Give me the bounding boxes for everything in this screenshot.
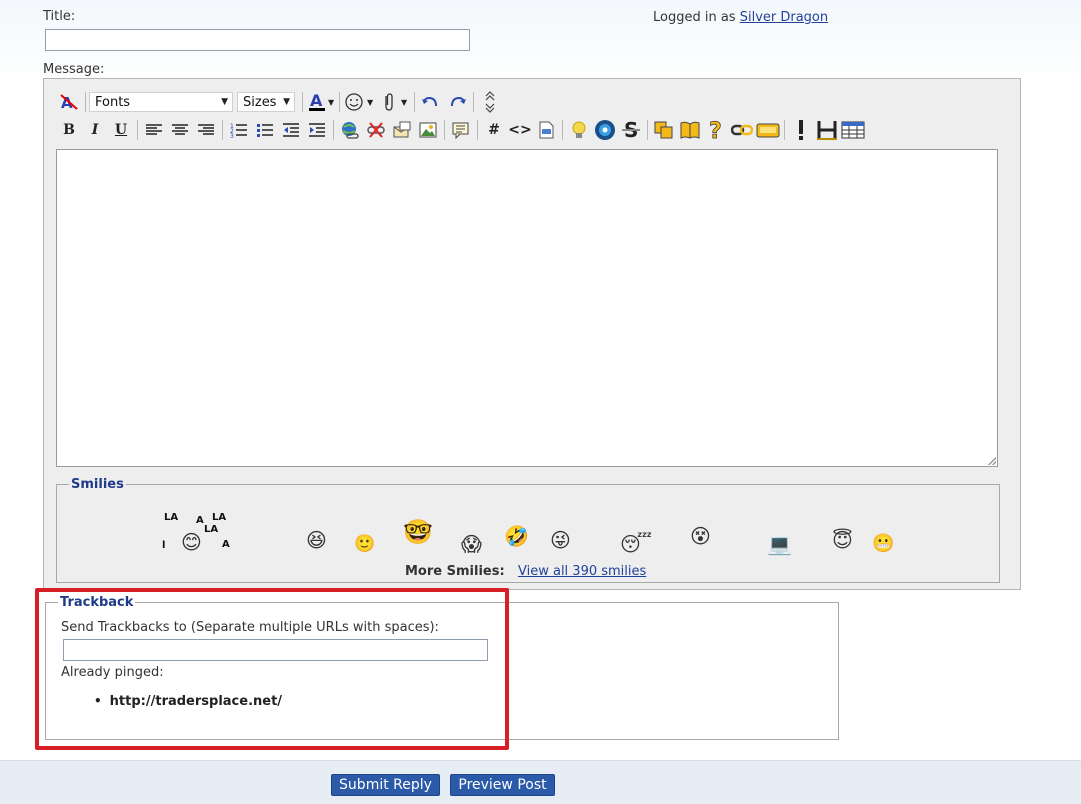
smile-icon[interactable]: 🙂	[354, 534, 375, 554]
chef-smiley-icon[interactable]: 😇	[832, 530, 853, 550]
fonts-select[interactable]: Fonts ▼	[89, 92, 233, 112]
toolbar-separator	[647, 120, 648, 140]
toolbar-separator	[444, 120, 445, 140]
resize-editor-icon[interactable]	[477, 90, 503, 114]
logged-in-label: Logged in as	[653, 10, 736, 25]
help-icon[interactable]: ?	[703, 118, 729, 142]
toolbar-row-2: B I U 123 # <> S ?	[56, 117, 866, 143]
chevron-down-icon: ▼	[283, 97, 290, 107]
title-label: Title:	[43, 9, 76, 24]
smilies-panel: Smilies LA LA LA A A l 😊 😆 🙂 🤓 😱 🤣 😜 😴 😵…	[56, 477, 1000, 583]
indent-icon[interactable]	[304, 118, 330, 142]
toolbar-separator	[784, 120, 785, 140]
computer-smiley-icon[interactable]: 💻	[767, 534, 792, 554]
title-input[interactable]	[45, 29, 470, 51]
chevron-down-icon: ▼	[221, 97, 228, 107]
preview-post-button[interactable]: Preview Post	[450, 774, 555, 796]
toolbar-separator	[333, 120, 334, 140]
svg-text:3: 3	[230, 133, 234, 138]
svg-text:▼: ▼	[401, 98, 408, 107]
remove-link-icon[interactable]	[363, 118, 389, 142]
toolbar-separator	[137, 120, 138, 140]
horizontal-rule-icon[interactable]	[814, 118, 840, 142]
fonts-select-label: Fonts	[95, 94, 131, 110]
lala-text: A	[222, 539, 230, 550]
insert-email-icon[interactable]	[389, 118, 415, 142]
toolbar-separator	[222, 120, 223, 140]
dizzy-smiley-icon[interactable]: 😵	[690, 526, 711, 546]
form-footer: Submit Reply Preview Post	[0, 760, 1081, 804]
align-left-icon[interactable]	[141, 118, 167, 142]
html-icon[interactable]	[533, 118, 559, 142]
outdent-icon[interactable]	[278, 118, 304, 142]
wink-smiley-icon[interactable]: 😜	[550, 530, 571, 550]
redo-icon[interactable]	[444, 90, 470, 114]
exclamation-icon[interactable]	[788, 118, 814, 142]
smilies-legend: Smilies	[71, 477, 124, 492]
remove-format-icon[interactable]: A	[56, 90, 82, 114]
svg-text:?: ?	[709, 119, 722, 141]
code-button[interactable]: <>	[507, 118, 533, 142]
toolbar-separator	[339, 92, 340, 112]
insert-link-icon[interactable]	[337, 118, 363, 142]
happy-smiley-icon[interactable]: 😆	[306, 530, 327, 550]
media-icon[interactable]	[592, 118, 618, 142]
username-link[interactable]: Silver Dragon	[740, 10, 828, 25]
hash-button[interactable]: #	[481, 118, 507, 142]
sizes-select-label: Sizes	[243, 94, 277, 110]
strike-icon[interactable]: S	[618, 118, 644, 142]
table-icon[interactable]	[840, 118, 866, 142]
more-smilies-label: More Smilies:	[405, 564, 505, 579]
toolbar-separator	[562, 120, 563, 140]
grin-smiley-icon[interactable]: 😬	[872, 534, 894, 554]
lala-text: LA	[212, 512, 227, 523]
label-tag-icon[interactable]	[755, 118, 781, 142]
align-right-icon[interactable]	[193, 118, 219, 142]
red-highlight-box	[35, 588, 509, 750]
scared-smiley-icon[interactable]: 😱	[461, 534, 482, 554]
lala-smiley-icon[interactable]: 😊	[181, 532, 202, 552]
align-center-icon[interactable]	[167, 118, 193, 142]
unordered-list-icon[interactable]	[252, 118, 278, 142]
message-label: Message:	[43, 62, 105, 77]
insert-image-icon[interactable]	[415, 118, 441, 142]
lala-text: LA	[164, 512, 179, 523]
insert-smiley-icon[interactable]: ▼	[343, 90, 377, 114]
spoiler-icon[interactable]	[651, 118, 677, 142]
lightbulb-icon[interactable]	[566, 118, 592, 142]
lala-text: A	[196, 515, 204, 526]
attachment-icon[interactable]: ▼	[377, 90, 411, 114]
lala-text: LA	[204, 524, 219, 535]
toolbar-separator	[85, 92, 86, 112]
toolbar-separator	[473, 92, 474, 112]
view-all-smilies-link[interactable]: View all 390 smilies	[518, 564, 646, 579]
undo-icon[interactable]	[418, 90, 444, 114]
sleeping-smiley-icon[interactable]: 😴	[620, 534, 652, 554]
svg-text:▼: ▼	[367, 98, 374, 107]
lala-text: l	[162, 540, 166, 551]
sizes-select[interactable]: Sizes ▼	[237, 92, 295, 112]
svg-text:▼: ▼	[328, 98, 335, 107]
underline-button[interactable]: U	[108, 118, 134, 142]
toolbar-separator	[302, 92, 303, 112]
bold-button[interactable]: B	[56, 118, 82, 142]
laughing-smiley-icon[interactable]: 🤣	[504, 526, 529, 546]
chain-link-icon[interactable]	[729, 118, 755, 142]
toolbar-separator	[414, 92, 415, 112]
message-textarea[interactable]	[56, 149, 998, 467]
resize-grip-icon[interactable]	[988, 457, 996, 465]
text-color-icon[interactable]: A ▼	[306, 90, 336, 114]
ordered-list-icon[interactable]: 123	[226, 118, 252, 142]
submit-reply-button[interactable]: Submit Reply	[331, 774, 440, 796]
toolbar-separator	[477, 120, 478, 140]
message-editor: A Fonts ▼ Sizes ▼ A ▼ ▼ ▼ B I U 1 2 3 # …	[43, 78, 1021, 590]
svg-text:A: A	[310, 91, 323, 110]
nerd-smiley-icon[interactable]: 🤓	[403, 520, 433, 544]
italic-button[interactable]: I	[82, 118, 108, 142]
login-status: Logged in as Silver Dragon	[653, 10, 828, 25]
quote-icon[interactable]	[448, 118, 474, 142]
toolbar-row-1: A Fonts ▼ Sizes ▼ A ▼ ▼ ▼	[56, 89, 503, 115]
book-icon[interactable]	[677, 118, 703, 142]
